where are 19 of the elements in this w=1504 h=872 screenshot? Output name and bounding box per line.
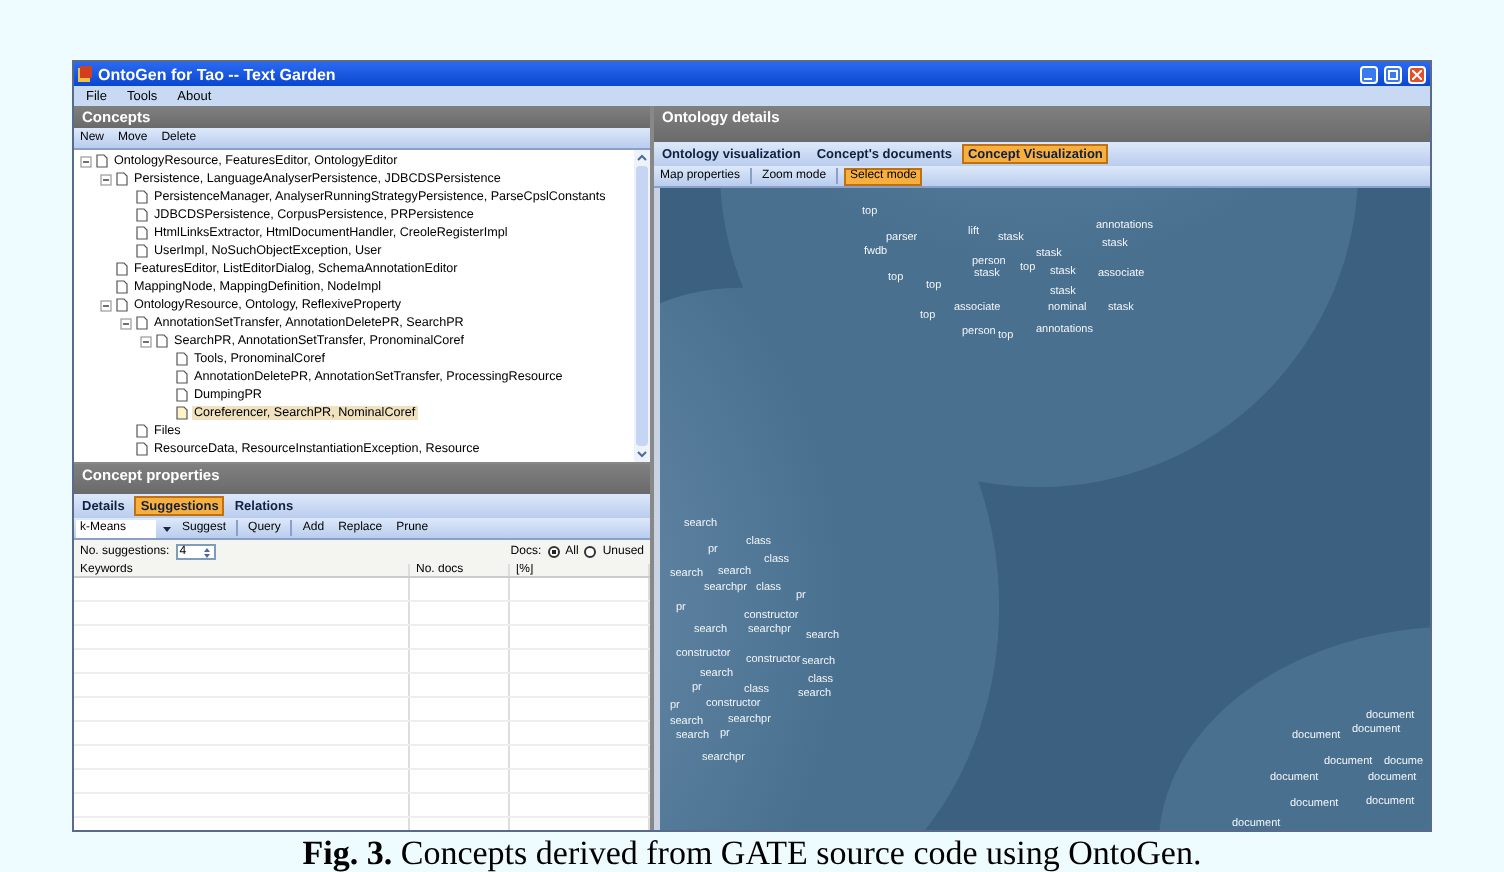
scroll-down-icon[interactable] [634, 446, 650, 462]
radio-button[interactable] [584, 546, 597, 558]
collapse-icon[interactable] [120, 317, 132, 329]
maximize-icon [1388, 69, 1398, 79]
collapse-icon[interactable] [100, 173, 112, 185]
radio-button[interactable] [547, 546, 560, 558]
close-icon [1412, 69, 1422, 79]
dropdown-arrow-icon[interactable] [162, 523, 172, 533]
collapse-icon[interactable] [140, 335, 152, 347]
close-button[interactable] [1408, 65, 1426, 83]
window-title: OntoGen for Tao -- Text Garden [98, 65, 338, 83]
maximize-button[interactable] [1384, 65, 1402, 83]
minimize-button[interactable] [1360, 65, 1378, 83]
scroll-up-icon[interactable] [634, 150, 650, 166]
scrollbar[interactable] [634, 150, 650, 462]
app-icon [78, 66, 92, 82]
collapse-icon[interactable] [100, 299, 112, 311]
collapse-icon[interactable] [80, 155, 92, 167]
figure-caption: Fig. 3. Concepts derived from GATE source code using OntoGen. [302, 834, 1202, 872]
